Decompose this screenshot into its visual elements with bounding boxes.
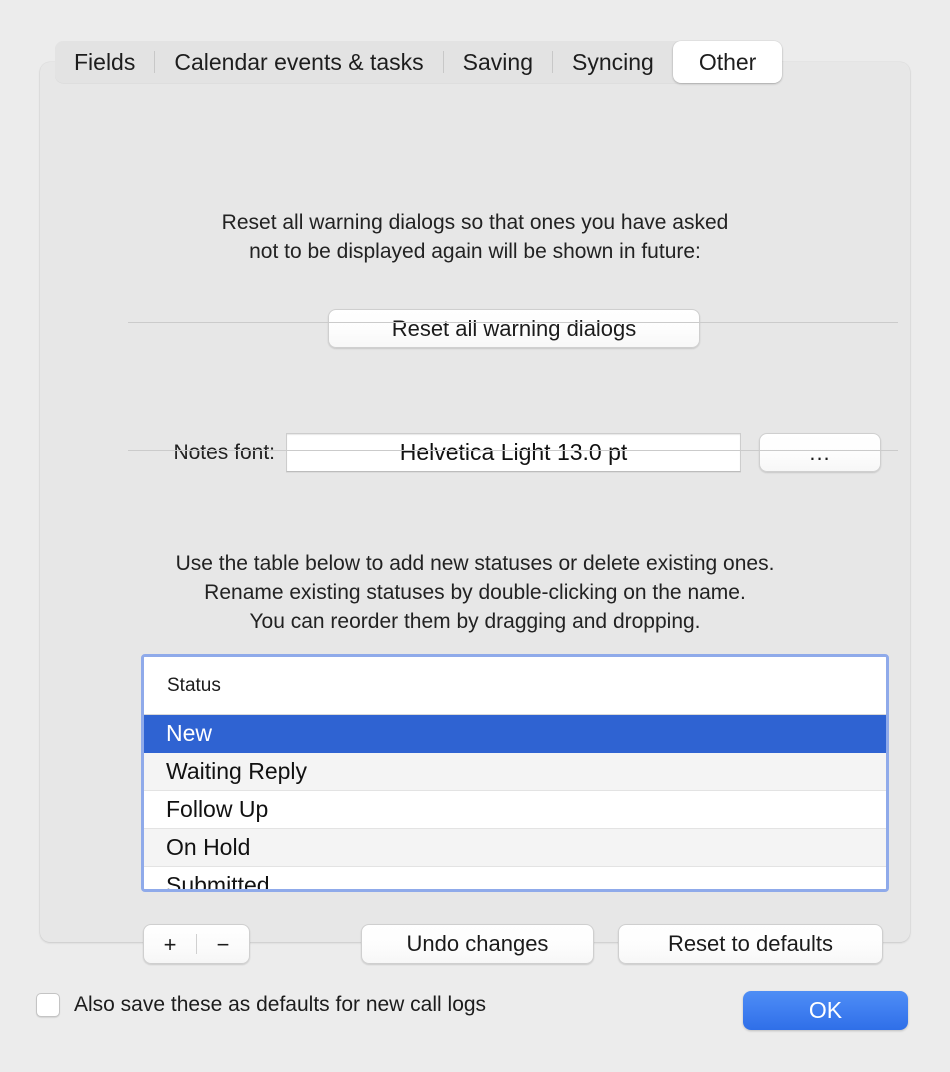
reset-warning-description-line2: not to be displayed again will be shown … bbox=[249, 240, 701, 263]
tab-other[interactable]: Other bbox=[672, 41, 783, 83]
notes-font-value-field[interactable]: Helvetica Light 13.0 pt bbox=[286, 433, 741, 472]
statuses-table[interactable]: Status New Waiting Reply Follow Up On Ho… bbox=[141, 654, 889, 892]
tab-bar: Fields Calendar events & tasks Saving Sy… bbox=[55, 41, 783, 83]
ok-button[interactable]: OK bbox=[743, 991, 908, 1030]
add-status-button[interactable]: + bbox=[144, 925, 196, 964]
tab-fields[interactable]: Fields bbox=[55, 41, 154, 83]
add-remove-status-control: + − bbox=[143, 924, 250, 964]
table-row[interactable]: New bbox=[144, 715, 886, 753]
statuses-description-line1: Use the table below to add new statuses … bbox=[175, 552, 775, 575]
save-as-defaults-label: Also save these as defaults for new call… bbox=[74, 993, 487, 1016]
undo-changes-button[interactable]: Undo changes bbox=[361, 924, 594, 964]
column-header-status[interactable]: Status bbox=[144, 675, 221, 697]
save-as-defaults-checkbox[interactable] bbox=[36, 993, 60, 1017]
notes-font-label: Notes font: bbox=[173, 441, 275, 464]
table-row[interactable]: Follow Up bbox=[144, 791, 886, 829]
statuses-description-line2: Rename existing statuses by double-click… bbox=[204, 581, 746, 604]
tab-syncing[interactable]: Syncing bbox=[553, 41, 673, 83]
table-row[interactable]: Waiting Reply bbox=[144, 753, 886, 791]
notes-font-choose-button[interactable]: ... bbox=[759, 433, 881, 472]
tab-saving[interactable]: Saving bbox=[444, 41, 552, 83]
statuses-description-line3: You can reorder them by dragging and dro… bbox=[249, 610, 701, 633]
reset-warning-description-line1: Reset all warning dialogs so that ones y… bbox=[221, 211, 729, 234]
tab-calendar-events-tasks[interactable]: Calendar events & tasks bbox=[155, 41, 442, 83]
separator-1 bbox=[128, 322, 898, 323]
remove-status-button[interactable]: − bbox=[197, 925, 249, 964]
table-row[interactable]: Submitted bbox=[144, 867, 886, 889]
statuses-table-header: Status bbox=[144, 657, 886, 715]
table-row[interactable]: On Hold bbox=[144, 829, 886, 867]
statuses-table-inner: Status New Waiting Reply Follow Up On Ho… bbox=[144, 657, 886, 889]
separator-2 bbox=[128, 450, 898, 451]
reset-all-warning-dialogs-button[interactable]: Reset all warning dialogs bbox=[328, 309, 700, 348]
save-as-defaults-checkbox-row[interactable]: Also save these as defaults for new call… bbox=[36, 993, 486, 1017]
reset-to-defaults-button[interactable]: Reset to defaults bbox=[618, 924, 883, 964]
preferences-panel: Reset all warning dialogs so that ones y… bbox=[40, 62, 910, 964]
